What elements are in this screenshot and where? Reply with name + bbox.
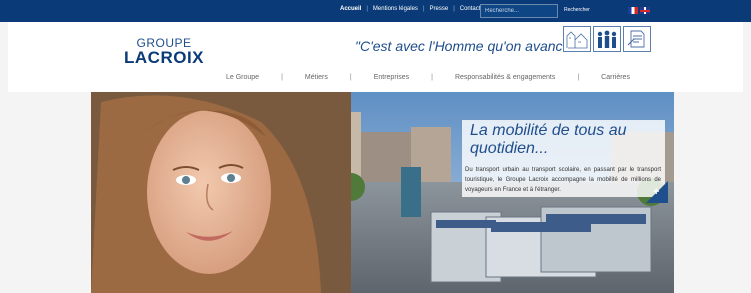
language-switcher <box>628 7 650 14</box>
link-press[interactable]: Presse <box>430 6 449 12</box>
separator: | <box>422 6 425 12</box>
uk-flag-icon[interactable] <box>640 7 650 14</box>
top-bar: Accueil | Mentions légales | Presse | Co… <box>0 0 751 22</box>
main-navigation: Le Groupe | Métiers | Entreprises | Resp… <box>226 74 630 81</box>
groupe-lacroix-logo[interactable]: GROUPE LACROIX <box>114 37 214 67</box>
site-header: GROUPE LACROIX "C'est avec l'Homme qu'on… <box>8 22 743 92</box>
nav-separator: | <box>431 74 433 81</box>
nav-separator: | <box>281 74 283 81</box>
header-thumbnails <box>563 26 651 52</box>
utility-links: Accueil | Mentions légales | Presse | Co… <box>340 6 480 12</box>
hero-caption-box: La mobilité de tous au quotidien... Du t… <box>462 120 665 197</box>
link-legal[interactable]: Mentions légales <box>373 6 418 12</box>
search-button[interactable]: Rechercher <box>564 7 590 13</box>
document-icon[interactable] <box>623 26 651 52</box>
search-input[interactable] <box>480 4 558 18</box>
separator: | <box>453 6 455 12</box>
plus-icon[interactable]: + <box>653 186 659 198</box>
fr-flag-icon[interactable] <box>628 7 638 14</box>
people-icon[interactable] <box>593 26 621 52</box>
nav-item-le-groupe[interactable]: Le Groupe <box>226 74 259 81</box>
city-sketch-icon[interactable] <box>563 26 591 52</box>
nav-separator: | <box>577 74 580 81</box>
nav-item-carrieres[interactable]: Carrières <box>601 74 630 81</box>
nav-separator: | <box>349 74 352 81</box>
hero-title: La mobilité de tous au quotidien... <box>470 122 627 157</box>
link-contact[interactable]: Contact <box>460 6 481 12</box>
tagline: "C'est avec l'Homme qu'on avance..." <box>355 38 587 54</box>
hero-banner: La mobilité de tous au quotidien... Du t… <box>91 92 674 293</box>
nav-item-metiers[interactable]: Métiers <box>305 74 328 81</box>
hero-description: Du transport urbain au transport scolair… <box>465 167 661 193</box>
nav-item-responsabilites[interactable]: Responsabilités & engagements <box>455 74 555 81</box>
logo-bottom-text: LACROIX <box>124 48 204 67</box>
separator: | <box>366 6 368 12</box>
link-home[interactable]: Accueil <box>340 6 361 12</box>
nav-item-entreprises[interactable]: Entreprises <box>374 74 409 81</box>
